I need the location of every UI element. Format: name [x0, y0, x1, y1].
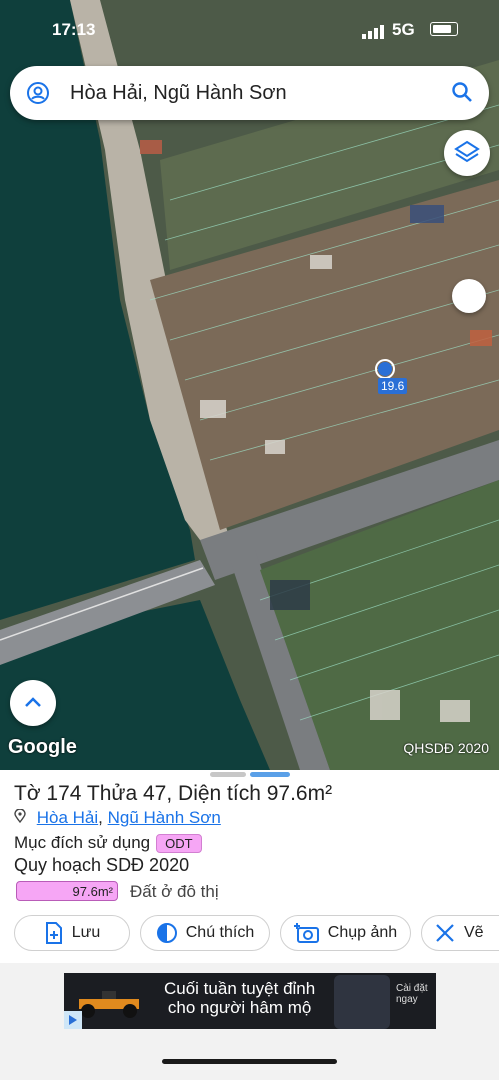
legend-button[interactable]: Chú thích	[140, 915, 270, 951]
search-icon[interactable]	[451, 81, 473, 108]
layers-icon	[454, 140, 480, 163]
camera-icon	[293, 923, 319, 943]
action-buttons: Lưu Chú thích Chụp ảnh Vẽ	[0, 915, 499, 955]
half-circle-icon	[156, 923, 177, 943]
sheet-handle[interactable]	[210, 772, 246, 777]
location-separator: ,	[98, 808, 103, 827]
parcel-area-label: 19.6	[378, 378, 408, 394]
search-title[interactable]: Hòa Hải, Ngũ Hành Sơn	[70, 82, 287, 105]
land-use-purpose: Mục đích sử dụng ODT	[14, 833, 202, 853]
layers-button[interactable]	[444, 130, 490, 176]
ad-text: Cuối tuần tuyệt đỉnh cho người hâm mộ	[164, 979, 315, 1017]
ad-banner-area: Cuối tuần tuyệt đỉnh cho người hâm mộ Cà…	[0, 963, 499, 1080]
ad-info-icon[interactable]	[64, 1011, 82, 1029]
ad-banner[interactable]: Cuối tuần tuyệt đỉnh cho người hâm mộ Cà…	[64, 973, 436, 1029]
status-bar: 17:13 5G	[0, 0, 499, 60]
ad-phone-image	[334, 975, 390, 1029]
race-car-image	[79, 991, 139, 1018]
signal-icon	[362, 24, 386, 44]
parcel-info-sheet: Tờ 174 Thửa 47, Diện tích 97.6m² Hòa Hải…	[0, 770, 499, 1080]
expand-up-button[interactable]	[10, 680, 56, 726]
save-label: Lưu	[71, 924, 101, 941]
plan-area-bar: 97.6m²	[16, 881, 118, 901]
compass-button[interactable]	[452, 279, 486, 313]
ad-cta-line2: ngay	[396, 994, 418, 1005]
chevron-up-icon	[25, 697, 41, 707]
parcel-heading: Tờ 174 Thửa 47, Diện tích 97.6m²	[14, 782, 333, 805]
status-time: 17:13	[52, 20, 96, 39]
draw-tools-icon	[436, 924, 454, 942]
ad-cta-line1: Cài đặt	[396, 983, 428, 994]
overlay-label: QHSDĐ 2020	[403, 740, 489, 756]
photo-label: Chụp ảnh	[327, 924, 398, 941]
ad-cta[interactable]: Cài đặt ngay	[396, 983, 428, 1005]
district-link[interactable]: Ngũ Hành Sơn	[108, 808, 221, 827]
parcel-location: Hòa Hải, Ngũ Hành Sơn	[14, 808, 221, 828]
purpose-code-badge: ODT	[156, 834, 202, 853]
save-button[interactable]: Lưu	[14, 915, 130, 951]
network-type: 5G	[392, 20, 415, 39]
ward-link[interactable]: Hòa Hải	[37, 808, 98, 827]
legend-label: Chú thích	[185, 924, 255, 941]
battery-icon	[430, 22, 458, 36]
ad-text-line1: Cuối tuần tuyệt đỉnh	[164, 979, 316, 998]
purpose-label: Mục đích sử dụng	[14, 833, 151, 852]
draw-label: Vẽ	[464, 924, 484, 941]
draw-button[interactable]: Vẽ	[421, 915, 499, 951]
google-logo: Google	[8, 736, 77, 758]
plan-label: Quy hoạch SDĐ 2020	[14, 855, 190, 875]
search-bar[interactable]: Hòa Hải, Ngũ Hành Sơn	[10, 66, 489, 120]
account-icon[interactable]	[26, 81, 50, 110]
plan-description: Đất ở đô thị	[130, 882, 219, 901]
home-indicator[interactable]	[162, 1059, 337, 1064]
ad-text-line2: cho người hâm mộ	[167, 998, 312, 1017]
add-file-icon	[45, 922, 62, 944]
sheet-handle-active[interactable]	[250, 772, 290, 777]
photo-button[interactable]: Chụp ảnh	[280, 915, 411, 951]
location-pin-icon	[14, 808, 31, 827]
